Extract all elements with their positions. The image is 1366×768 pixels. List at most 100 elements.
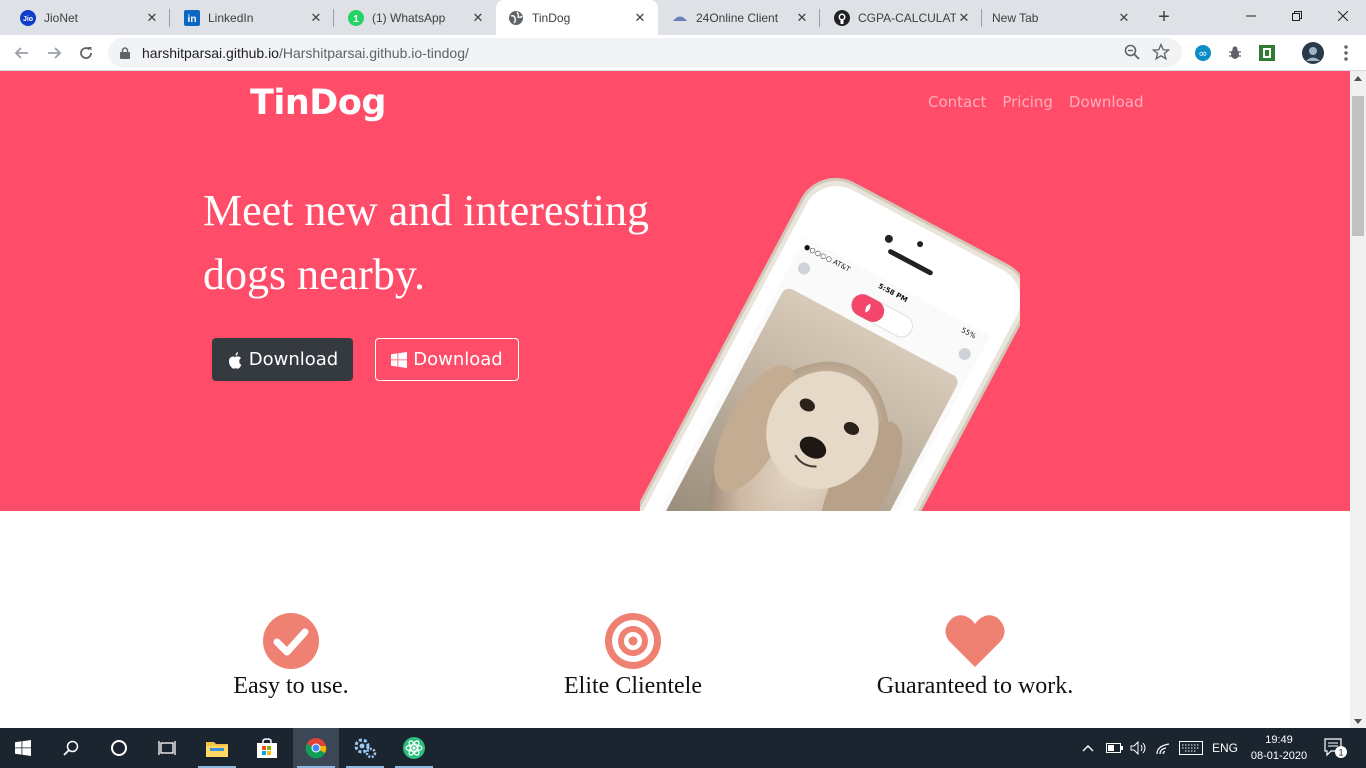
heart-icon: [945, 611, 1005, 671]
extension-green-icon[interactable]: [1257, 43, 1277, 63]
restore-button[interactable]: [1274, 0, 1320, 32]
svg-text:in: in: [188, 14, 197, 25]
feature-title: Elite Clientele: [564, 673, 702, 699]
tab-title: LinkedIn: [208, 10, 254, 25]
arrow-left-icon: [14, 47, 28, 59]
reload-icon: [80, 47, 92, 59]
search-icon: [63, 740, 79, 756]
zoom-icon[interactable]: [1124, 44, 1140, 65]
brand-logo[interactable]: TinDog: [250, 83, 386, 123]
menu-kebab-icon[interactable]: [1336, 43, 1356, 63]
bookmark-star-icon[interactable]: [1151, 42, 1171, 66]
svg-text:Jio: Jio: [23, 16, 33, 23]
tab-cgpa[interactable]: CGPA-CALCULATOR ✕: [822, 0, 982, 35]
windows-logo-icon: [15, 740, 31, 756]
scroll-down-arrow[interactable]: [1354, 719, 1362, 724]
store-bag-icon: [257, 738, 277, 758]
clock-time: 19:49: [1265, 734, 1293, 746]
chrome-icon: [305, 738, 327, 759]
24online-icon: [672, 10, 688, 26]
feature-easy: Easy to use.: [121, 611, 461, 700]
task-view-icon: [158, 741, 176, 755]
github-icon: [834, 9, 850, 26]
profile-avatar[interactable]: [1302, 42, 1324, 64]
whatsapp-icon: 1: [348, 9, 364, 26]
taskbar-atom[interactable]: [391, 728, 437, 768]
feature-guaranteed: Guaranteed to work.: [805, 611, 1145, 700]
windows-icon: [391, 351, 408, 368]
tab-24online[interactable]: 24Online Client ✕: [660, 0, 820, 35]
top-nav: Contact Pricing Download: [928, 93, 1143, 111]
hero-section: TinDog Contact Pricing Download Meet new…: [0, 71, 1350, 511]
browser-toolbar: harshitparsai.github.io/Harshitparsai.gi…: [0, 35, 1366, 71]
jio-icon: Jio: [20, 9, 36, 26]
close-window-button[interactable]: [1320, 0, 1366, 32]
volume-tray-icon[interactable]: [1130, 728, 1148, 768]
download-windows-button[interactable]: Download: [375, 338, 519, 381]
arrow-right-icon: [48, 47, 62, 59]
nav-pricing[interactable]: Pricing: [1002, 93, 1053, 111]
taskbar-chrome[interactable]: [293, 728, 339, 768]
tab-linkedin[interactable]: in LinkedIn ✕: [172, 0, 334, 35]
battery-icon: [1106, 743, 1123, 753]
gears-icon: [354, 738, 377, 759]
tab-title: TinDog: [532, 10, 571, 25]
close-tab-icon[interactable]: ✕: [794, 10, 810, 26]
close-tab-icon[interactable]: ✕: [956, 10, 972, 26]
start-button[interactable]: [0, 728, 46, 768]
tab-title: (1) WhatsApp: [372, 10, 446, 25]
language-indicator[interactable]: ENG: [1212, 728, 1238, 768]
notification-icon: 1: [1324, 738, 1347, 758]
taskbar-clock[interactable]: 19:49 08-01-2020: [1244, 732, 1314, 764]
scroll-up-arrow[interactable]: [1354, 76, 1362, 81]
tab-title: JioNet: [44, 10, 79, 25]
battery-tray-icon[interactable]: [1106, 728, 1124, 768]
new-tab-button[interactable]: +: [1154, 7, 1174, 28]
wifi-tray-icon[interactable]: [1155, 728, 1171, 768]
nav-contact[interactable]: Contact: [928, 93, 986, 111]
close-tab-icon[interactable]: ✕: [470, 10, 486, 26]
cortana-icon: [111, 740, 127, 756]
taskbar-settings-app[interactable]: [342, 728, 388, 768]
tab-title: New Tab: [992, 10, 1039, 25]
keyboard-tray-icon[interactable]: [1179, 728, 1203, 768]
download-apple-button[interactable]: Download: [212, 338, 353, 381]
nav-download[interactable]: Download: [1069, 93, 1144, 111]
tab-jionet[interactable]: Jio JioNet ✕: [8, 0, 170, 35]
svg-text:∞: ∞: [1198, 47, 1207, 60]
download-windows-label: Download: [413, 349, 503, 370]
back-button[interactable]: [8, 39, 36, 67]
forward-button[interactable]: [40, 39, 68, 67]
url-text: harshitparsai.github.io/Harshitparsai.gi…: [142, 45, 469, 61]
taskbar-file-explorer[interactable]: [194, 728, 240, 768]
page-scrollbar[interactable]: [1350, 71, 1366, 728]
tab-newtab[interactable]: New Tab ✕: [982, 0, 1142, 35]
close-tab-icon[interactable]: ✕: [632, 10, 648, 26]
keyboard-icon: [1179, 741, 1203, 755]
scroll-thumb[interactable]: [1352, 96, 1364, 236]
svg-text:1: 1: [353, 14, 359, 25]
reload-button[interactable]: [72, 39, 100, 67]
feature-title: Guaranteed to work.: [876, 673, 1074, 699]
action-center-button[interactable]: 1: [1324, 728, 1348, 768]
extension-infinity-icon[interactable]: ∞: [1193, 43, 1213, 63]
web-page: TinDog Contact Pricing Download Meet new…: [0, 71, 1350, 728]
tab-whatsapp[interactable]: 1 (1) WhatsApp ✕: [336, 0, 496, 35]
task-view-button[interactable]: [144, 728, 190, 768]
close-tab-icon[interactable]: ✕: [1116, 10, 1132, 26]
tab-strip: Jio JioNet ✕ in LinkedIn ✕ 1 (1) WhatsAp…: [0, 0, 1366, 35]
close-tab-icon[interactable]: ✕: [308, 10, 324, 26]
extension-bug-icon[interactable]: [1225, 43, 1245, 63]
tab-tindog[interactable]: TinDog ✕: [496, 0, 658, 35]
folder-icon: [206, 742, 228, 757]
wifi-icon: [1156, 743, 1170, 755]
address-bar[interactable]: harshitparsai.github.io/Harshitparsai.gi…: [108, 38, 1182, 67]
search-button[interactable]: [48, 728, 94, 768]
cortana-button[interactable]: [96, 728, 142, 768]
clock-date: 08-01-2020: [1250, 750, 1308, 762]
minimize-button[interactable]: [1228, 0, 1274, 32]
windows-taskbar: ENG 19:49 08-01-2020 1: [0, 728, 1366, 768]
close-tab-icon[interactable]: ✕: [144, 10, 160, 26]
tray-overflow-chevron[interactable]: [1082, 728, 1094, 768]
taskbar-store[interactable]: [244, 728, 290, 768]
